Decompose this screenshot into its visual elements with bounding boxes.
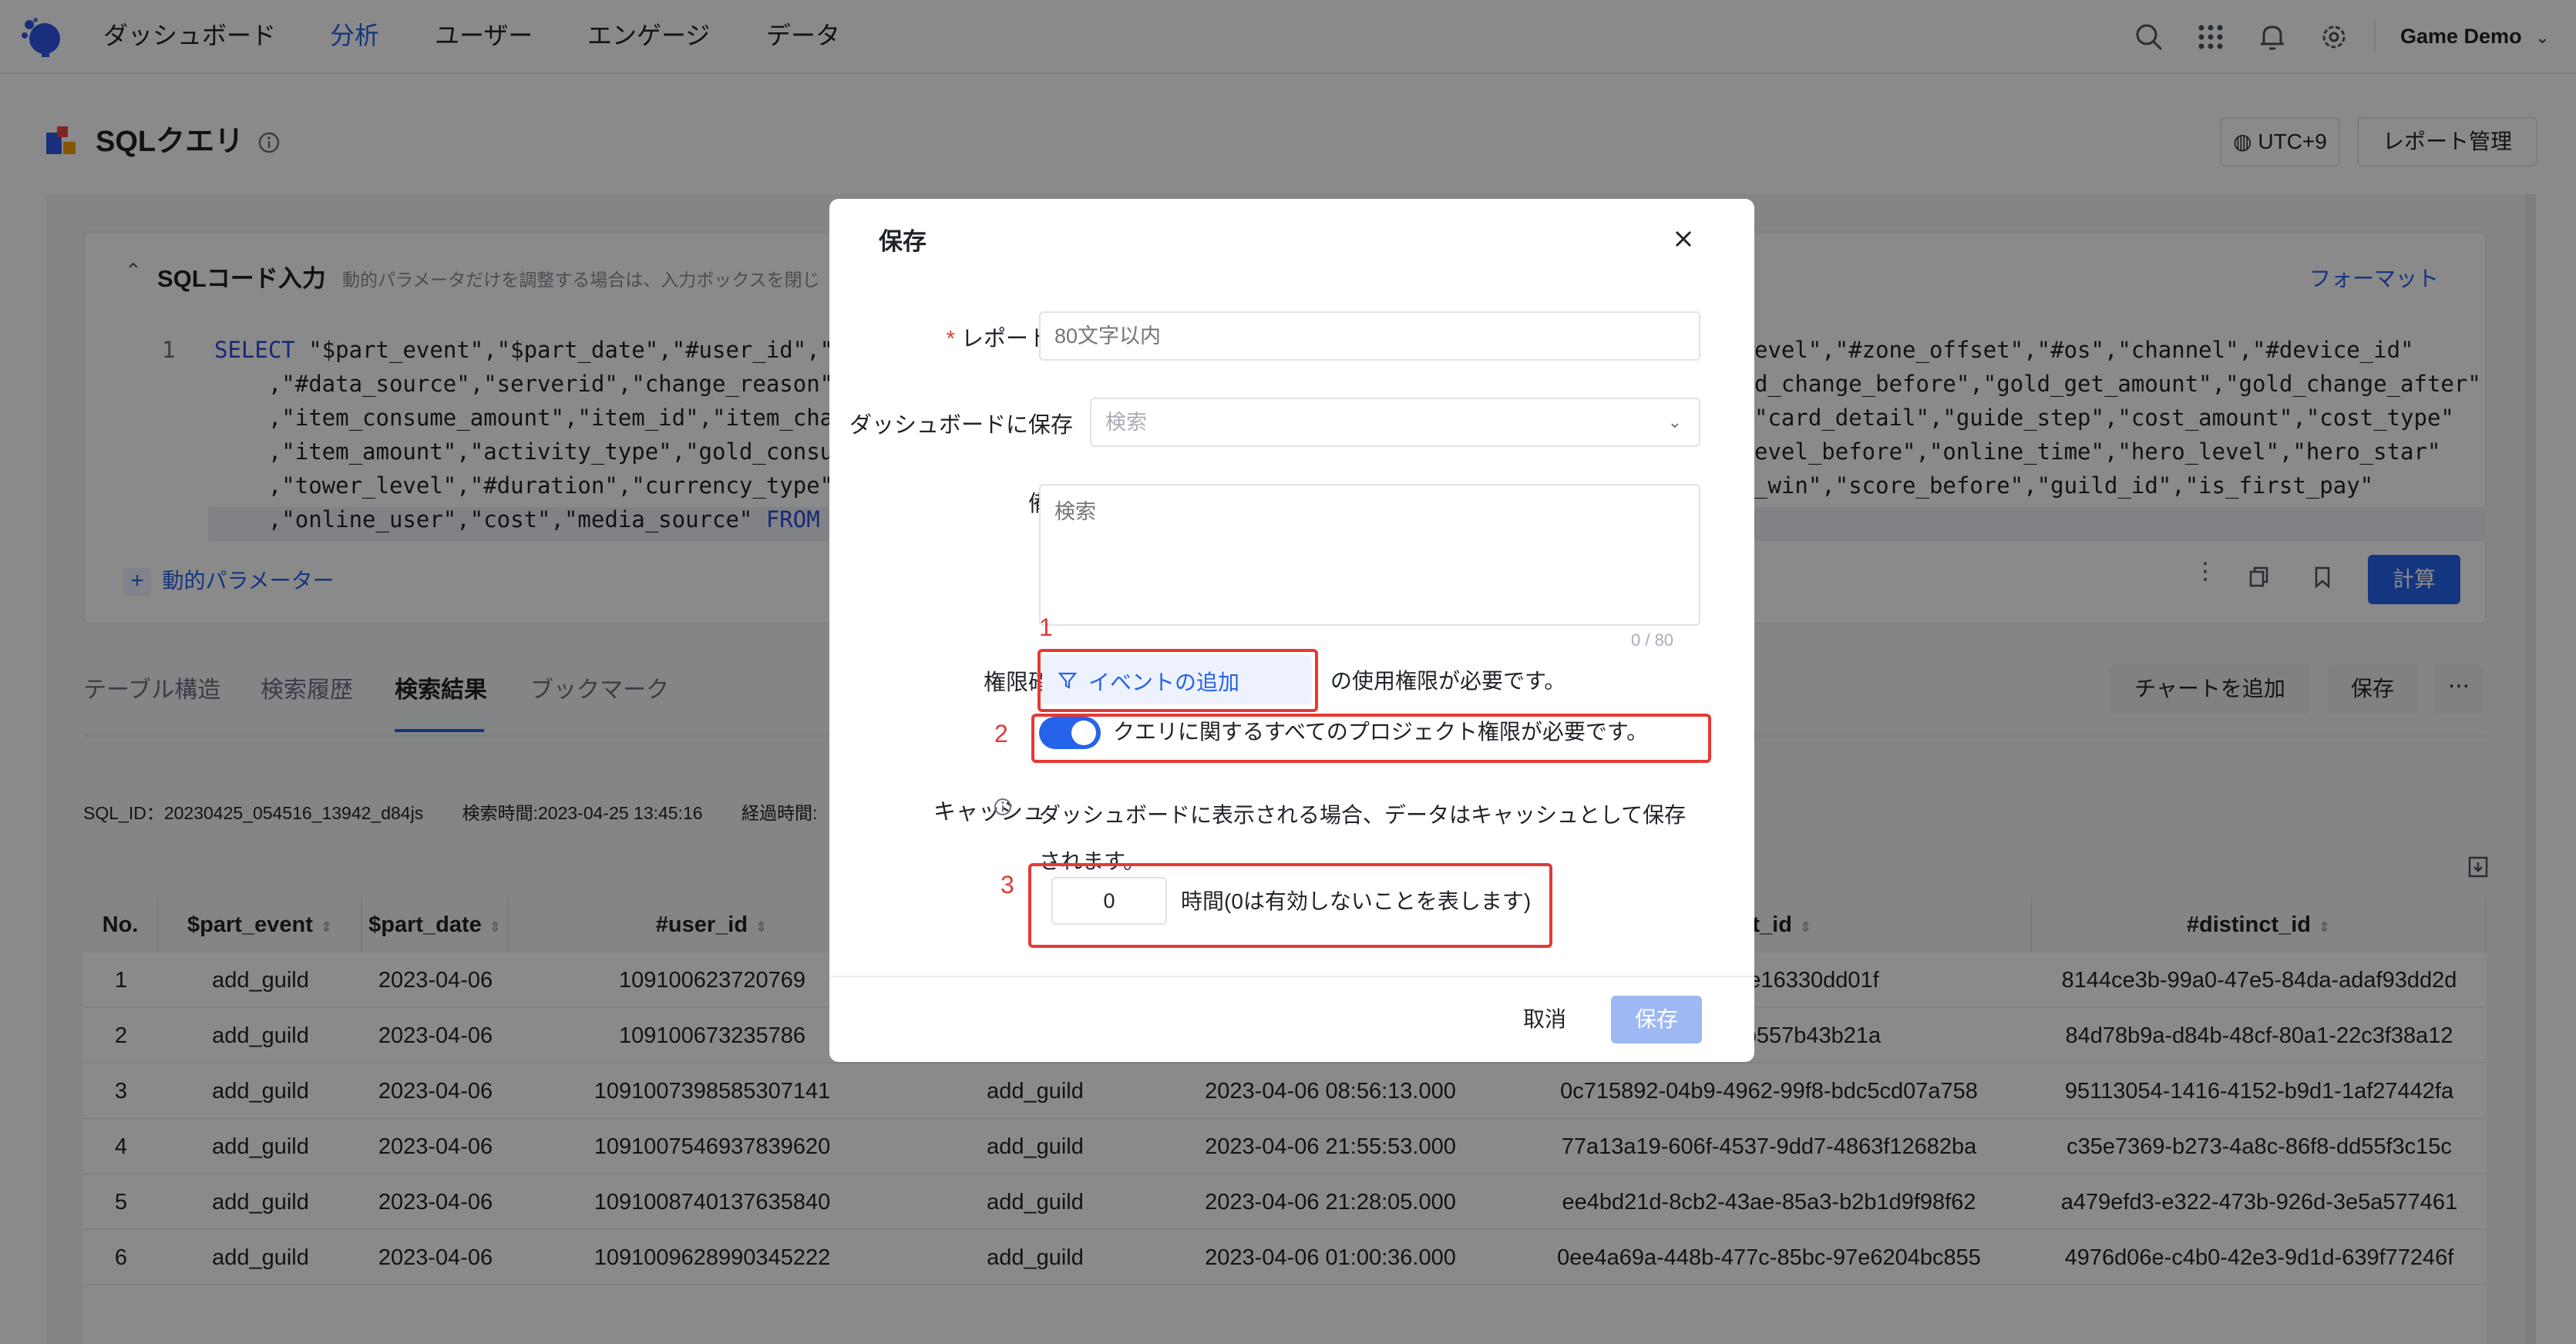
info-icon[interactable] — [993, 797, 1013, 817]
memo-textarea[interactable] — [1039, 484, 1700, 626]
annotation-box — [1031, 714, 1711, 763]
chevron-down-icon: ⌄ — [1667, 412, 1682, 432]
report-name-input[interactable] — [1039, 311, 1700, 361]
annotation-box — [1028, 863, 1552, 948]
annotation-number: 1 — [1039, 613, 1053, 641]
save-dialog: 保存 * レポート名 ダッシュボードに保存 検索 ⌄ 備考 0 / 80 1 権… — [829, 199, 1754, 1062]
memo-counter: 0 / 80 — [1631, 630, 1674, 650]
dashboard-label: ダッシュボードに保存 — [849, 413, 1073, 438]
dialog-footer-divider — [829, 976, 1754, 977]
cache-description-line: ダッシュボードに表示される場合、データはキャッシュとして保存 — [1039, 803, 1687, 827]
annotation-box — [1037, 649, 1318, 712]
cache-label: キャッシュ — [933, 800, 1045, 825]
save-button[interactable]: 保存 — [1611, 996, 1702, 1043]
annotation-number: 2 — [994, 720, 1008, 748]
dialog-title: 保存 — [879, 228, 926, 255]
dashboard-select[interactable]: 検索 ⌄ — [1090, 398, 1700, 447]
cancel-button[interactable]: 取消 — [1508, 996, 1582, 1043]
annotation-number: 3 — [1000, 871, 1014, 899]
dashboard-select-placeholder: 検索 — [1105, 411, 1147, 434]
close-icon[interactable] — [1671, 227, 1696, 251]
permission-suffix: の使用権限が必要です。 — [1330, 669, 1566, 693]
required-mark: * — [946, 327, 955, 351]
